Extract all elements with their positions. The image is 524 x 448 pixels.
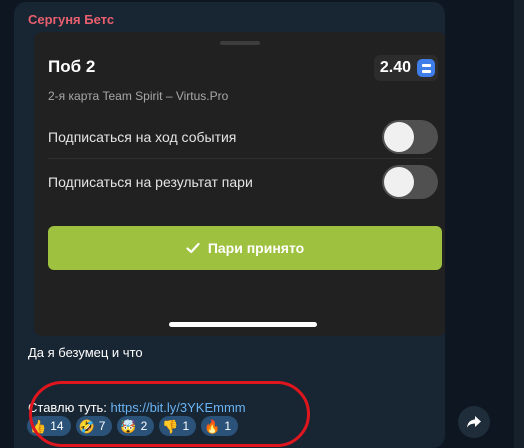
check-icon bbox=[186, 242, 200, 254]
reaction-count: 2 bbox=[140, 419, 148, 433]
reaction-mind-blown[interactable]: 🤯 2 bbox=[117, 416, 155, 436]
reaction-count: 7 bbox=[98, 419, 106, 433]
bet-link[interactable]: https://bit.ly/3YKEmmm bbox=[111, 400, 246, 415]
toggle-row-event-progress: Подписаться на ход события bbox=[48, 115, 438, 159]
link-line: Ставлю туть: https://bit.ly/3YKEmmm bbox=[28, 400, 246, 415]
message-bubble: Сергуня Бетс Поб 2 2.40 2-я карта Team S… bbox=[14, 2, 445, 448]
drag-handle bbox=[220, 41, 260, 45]
odds-badge: 2.40 bbox=[373, 55, 438, 81]
coupon-icon bbox=[417, 59, 435, 77]
mind-blown-icon: 🤯 bbox=[120, 418, 137, 434]
bet-card-image[interactable]: Поб 2 2.40 2-я карта Team Spirit – Virtu… bbox=[34, 32, 445, 336]
toggle-knob bbox=[384, 167, 414, 197]
reaction-count: 1 bbox=[182, 419, 190, 433]
reaction-count: 1 bbox=[224, 419, 232, 433]
forward-icon bbox=[467, 416, 481, 428]
toggle-label: Подписаться на ход события bbox=[48, 128, 237, 145]
scrollbar-track[interactable] bbox=[514, 0, 524, 448]
bet-accepted-label: Пари принято bbox=[207, 240, 305, 256]
odds-value: 2.40 bbox=[379, 59, 411, 76]
bet-market-title: Поб 2 bbox=[48, 57, 96, 76]
forward-button[interactable] bbox=[458, 406, 490, 438]
reaction-fire[interactable]: 🔥 1 bbox=[201, 416, 239, 436]
thumbs-up-icon: 👍 bbox=[30, 418, 47, 434]
toggle-knob bbox=[384, 121, 414, 152]
rofl-icon: 🤣 bbox=[78, 418, 95, 434]
reactions-bar: 👍 14 🤣 7 🤯 2 👎 1 🔥 1 bbox=[27, 416, 239, 436]
reaction-thumbs-up[interactable]: 👍 14 bbox=[27, 416, 71, 436]
link-prefix: Ставлю туть: bbox=[28, 400, 111, 415]
message-caption: Да я безумец и что bbox=[28, 345, 143, 360]
bet-result-toggle[interactable] bbox=[382, 165, 438, 199]
reaction-rofl[interactable]: 🤣 7 bbox=[75, 416, 113, 436]
reaction-thumbs-down[interactable]: 👎 1 bbox=[159, 416, 197, 436]
toggle-label: Подписаться на результат пари bbox=[48, 174, 253, 190]
bet-accepted-button[interactable]: Пари принято bbox=[48, 226, 442, 270]
fire-icon: 🔥 bbox=[204, 418, 221, 434]
reaction-count: 14 bbox=[50, 419, 64, 433]
event-progress-toggle[interactable] bbox=[382, 119, 438, 154]
home-indicator bbox=[169, 322, 317, 327]
event-name: 2-я карта Team Spirit – Virtus.Pro bbox=[48, 89, 229, 103]
thumbs-down-icon: 👎 bbox=[162, 418, 179, 434]
sender-name[interactable]: Сергуня Бетс bbox=[28, 12, 114, 27]
toggle-row-bet-result: Подписаться на результат пари bbox=[48, 160, 438, 204]
